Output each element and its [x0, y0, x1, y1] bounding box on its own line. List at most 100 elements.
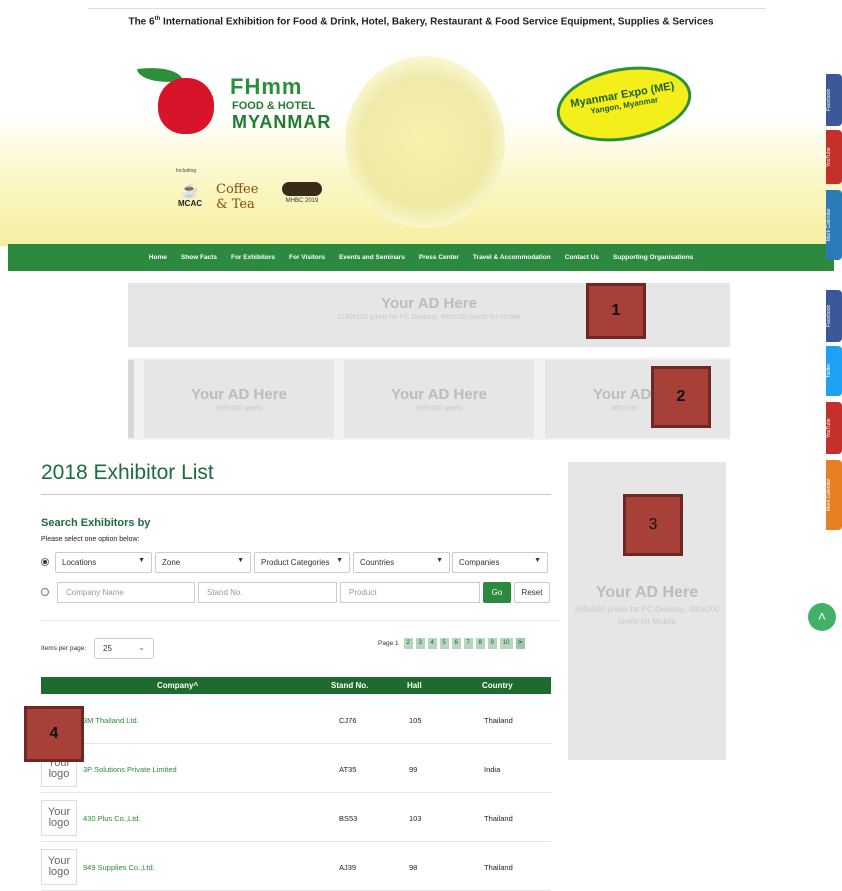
company-link[interactable]: 430 Plus Co.,Ltd. — [83, 814, 141, 823]
country-cell: India — [484, 765, 501, 774]
search-hint: Please select one option below: — [41, 536, 140, 543]
mark-calendar-side-button[interactable]: Mark Calendar — [826, 190, 842, 260]
nav-events-seminars[interactable]: Events and Seminars — [339, 254, 405, 261]
stand-cell: AJ39 — [339, 863, 357, 872]
logo-title: FHmm — [230, 74, 303, 99]
company-logo-placeholder: Your logo — [41, 800, 77, 836]
countries-select[interactable]: Countries ▼ — [353, 552, 450, 573]
annotation-label-4: 4 — [24, 706, 84, 762]
company-link[interactable]: 3P Solutions Private Limited — [83, 765, 177, 774]
fhmm-logo[interactable]: FHmm FOOD & HOTEL MYANMAR — [136, 63, 336, 160]
reset-button[interactable]: Reset — [514, 582, 550, 603]
zone-select[interactable]: Zone ▼ — [155, 552, 251, 573]
page-link[interactable]: 5 — [439, 638, 449, 649]
hall-column-header[interactable]: Hall — [407, 681, 422, 690]
current-page-label: Page 1 — [378, 640, 399, 647]
scroll-top-button[interactable]: ˄ — [808, 603, 836, 631]
hall-cell: 99 — [409, 765, 418, 774]
title-divider — [41, 494, 551, 495]
nav-press-center[interactable]: Press Center — [419, 254, 459, 261]
nav-travel[interactable]: Travel & Accommodation — [473, 254, 551, 261]
caret-down-icon: ▼ — [237, 557, 244, 564]
country-column-header[interactable]: Country — [482, 681, 513, 690]
facebook-side-button[interactable]: Facebook — [826, 74, 842, 126]
coffee-tea-logo[interactable]: Coffee & Tea — [216, 182, 272, 212]
next-page-icon[interactable]: > — [515, 638, 525, 649]
logo-subtitle: FOOD & HOTEL — [232, 100, 316, 112]
nav-supporting-orgs[interactable]: Supporting Organisations — [613, 254, 693, 261]
top-divider — [88, 8, 766, 9]
ad-title: Your AD Here — [191, 386, 287, 403]
nav-for-exhibitors[interactable]: For Exhibitors — [231, 254, 275, 261]
page-link[interactable]: 7 — [463, 638, 473, 649]
radio-text-search-option[interactable] — [41, 588, 49, 596]
page-link[interactable]: 2 — [403, 638, 413, 649]
chevron-down-icon: ⌄ — [138, 643, 145, 652]
go-button[interactable]: Go — [483, 582, 511, 603]
hall-cell: 98 — [409, 863, 418, 872]
items-per-page-label: Items per page: — [41, 645, 87, 652]
caret-down-icon: ▼ — [534, 557, 541, 564]
page-link[interactable]: 10 — [499, 638, 513, 649]
ad-size: 360x150 pixels — [215, 405, 263, 412]
ad-carousel: Your AD Here 360x150 pixels Your AD Here… — [128, 358, 730, 440]
hall-cell: 103 — [409, 814, 422, 823]
apple-icon — [158, 78, 214, 134]
mhbc-logo[interactable]: MHBC 2019 — [280, 182, 324, 212]
mark-calendar-side-button-2[interactable]: Mark Calendar — [826, 460, 842, 530]
facebook-side-button-2[interactable]: Facebook — [826, 290, 842, 342]
table-row: Your logo 3P Solutions Private Limited AT… — [41, 745, 551, 793]
twitter-side-button[interactable]: Twitter — [826, 346, 842, 396]
country-cell: Thailand — [484, 716, 513, 725]
youtube-side-button-2[interactable]: YouTube — [826, 402, 842, 454]
company-link[interactable]: 3M Thailand Ltd. — [83, 716, 139, 725]
page-link[interactable]: 6 — [451, 638, 461, 649]
stand-no-input[interactable]: Stand No. — [198, 582, 337, 603]
nav-show-facts[interactable]: Show Facts — [181, 254, 217, 261]
product-categories-select[interactable]: Product Categories ▼ — [254, 552, 350, 573]
ad-slide[interactable]: Your AD Here 360x150 pixels — [144, 360, 334, 438]
company-column-header[interactable]: Company^ — [157, 681, 198, 690]
items-per-page-select[interactable]: 25 ⌄ — [94, 638, 154, 659]
including-label: Including — [176, 168, 197, 174]
nav-for-visitors[interactable]: For Visitors — [289, 254, 325, 261]
caret-down-icon: ▼ — [138, 557, 145, 564]
stand-cell: BS53 — [339, 814, 358, 823]
table-row: 3M Thailand Ltd. CJ76 105 Thailand — [41, 696, 551, 744]
companies-select[interactable]: Companies ▼ — [452, 552, 548, 573]
annotation-label-1: 1 — [586, 283, 646, 339]
table-row: Your logo 949 Supplies Co.,Ltd. AJ39 98 T… — [41, 843, 551, 891]
company-link[interactable]: 949 Supplies Co.,Ltd. — [83, 863, 155, 872]
page-link[interactable]: 4 — [427, 638, 437, 649]
ad-title: Your AD Here — [391, 386, 487, 403]
page-link[interactable]: 8 — [475, 638, 485, 649]
ad-slide[interactable]: Your AD Here 360x150 pixels — [344, 360, 534, 438]
page-title: 2018 Exhibitor List — [41, 461, 214, 484]
annotation-label-2: 2 — [651, 366, 711, 428]
ad-title: Your AD Here — [595, 584, 699, 601]
country-cell: Thailand — [484, 863, 513, 872]
ad-slide-partial — [128, 360, 134, 438]
company-logo-placeholder: Your logo — [41, 849, 77, 885]
page-link[interactable]: 9 — [487, 638, 497, 649]
hall-cell: 105 — [409, 716, 422, 725]
banner-tagline: The 6th International Exhibition for Foo… — [128, 16, 714, 28]
table-header: Company^ Stand No. Hall Country — [41, 677, 551, 694]
page-link[interactable]: 3 — [415, 638, 425, 649]
youtube-side-button[interactable]: YouTube — [826, 130, 842, 184]
product-input[interactable]: Product — [340, 582, 480, 603]
logo-country: MYANMAR — [232, 112, 332, 132]
main-nav: Home Show Facts For Exhibitors For Visit… — [8, 244, 834, 271]
locations-select[interactable]: Locations ▼ — [55, 552, 152, 573]
form-divider — [41, 620, 560, 621]
search-title: Search Exhibitors by — [41, 517, 151, 529]
mcac-logo[interactable]: ☕ MCAC — [172, 182, 208, 212]
stand-cell: AT35 — [339, 765, 357, 774]
food-apple-illustration — [345, 56, 505, 228]
stand-column-header[interactable]: Stand No. — [331, 681, 368, 690]
nav-contact[interactable]: Contact Us — [565, 254, 599, 261]
stand-cell: CJ76 — [339, 716, 357, 725]
radio-filter-option[interactable] — [41, 558, 49, 566]
company-name-input[interactable]: Company Name — [57, 582, 195, 603]
nav-home[interactable]: Home — [149, 254, 167, 261]
